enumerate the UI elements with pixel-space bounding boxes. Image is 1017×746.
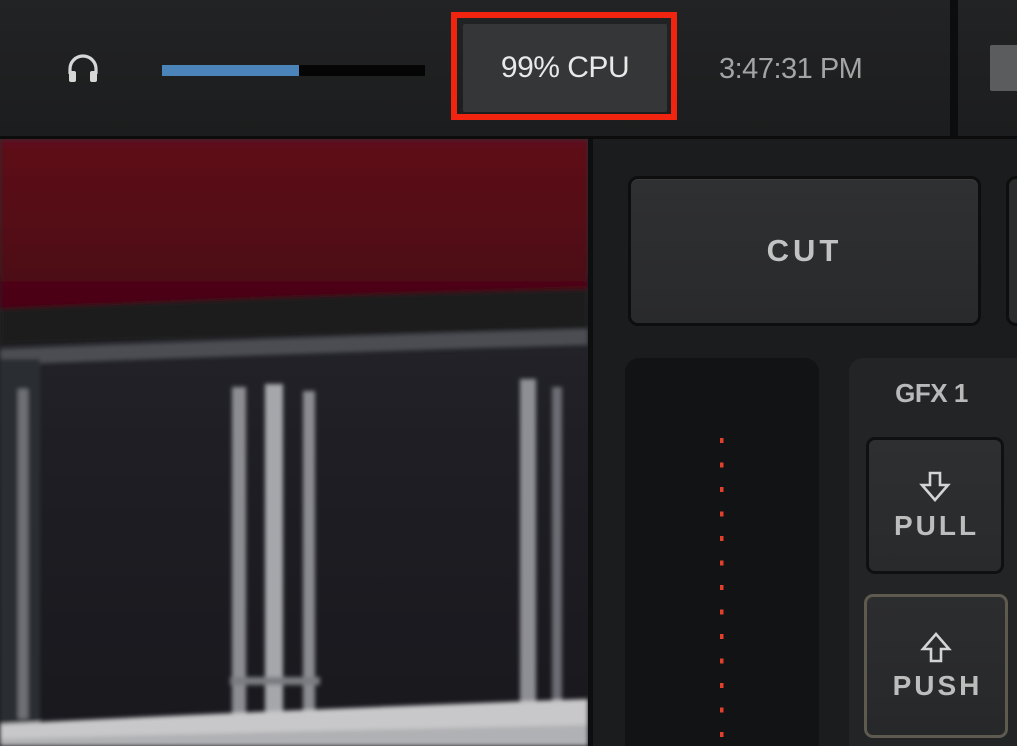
t-bar-marker [720,438,724,737]
t-bar-dot [720,634,724,639]
arrow-down-icon [919,471,951,502]
auto-button-partial[interactable] [1006,176,1017,326]
push-label: PUSH [892,670,983,701]
preview-frame [0,139,588,746]
live-switcher-window: 99% CPU 3:47:31 PM CUT GFX 1 PULL PUSH [0,0,1017,746]
preview-video [0,139,588,746]
t-bar-dot [720,438,724,443]
push-button[interactable]: PUSH [864,594,1008,738]
status-bar: 99% CPU 3:47:31 PM [0,0,1017,139]
t-bar-dot [720,683,724,688]
toolbar-divider [950,0,958,136]
pull-button[interactable]: PULL [866,437,1004,574]
audio-level-meter [162,65,425,76]
gfx-title: GFX 1 [895,378,968,408]
t-bar-dot [720,609,724,615]
t-bar-slider[interactable] [625,358,819,746]
arrow-up-icon [920,632,952,663]
t-bar-dot [720,707,724,713]
toolbar-button-partial[interactable] [990,45,1017,91]
t-bar-dot [720,658,724,664]
t-bar-dot [720,487,724,492]
t-bar-dot [720,585,724,590]
t-bar-dot [720,560,724,566]
t-bar-dot [720,732,724,737]
t-bar-dot [720,536,724,541]
t-bar-dot [720,462,724,468]
cpu-highlight-box [451,12,677,120]
cut-button[interactable]: CUT [628,176,981,326]
pull-label: PULL [893,509,980,541]
headphones-icon[interactable] [66,52,100,86]
audio-level-fill [162,65,299,76]
t-bar-dot [720,511,724,517]
clock-display: 3:47:31 PM [719,53,863,85]
